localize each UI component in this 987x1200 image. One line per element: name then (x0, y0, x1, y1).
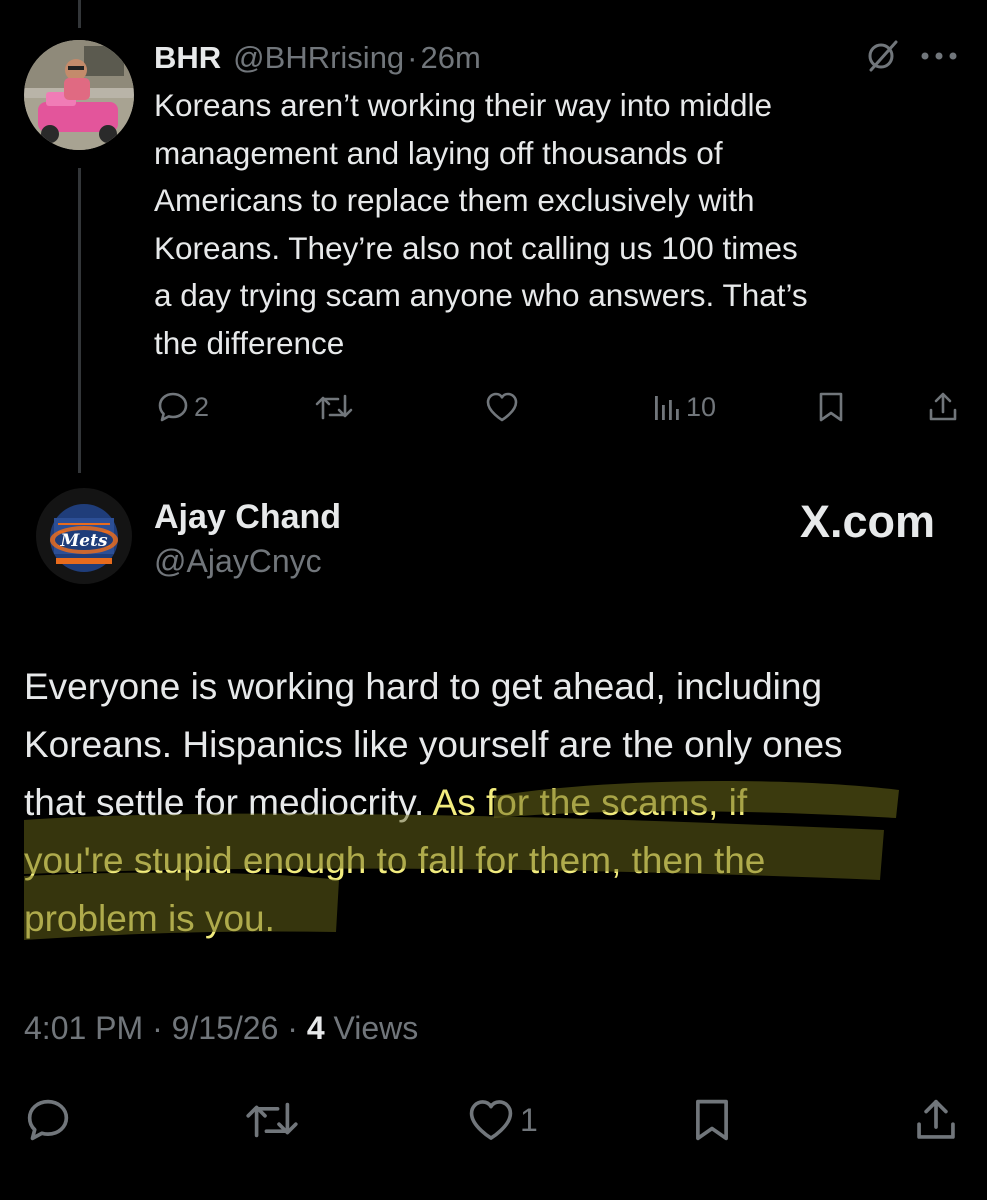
tweet-line: Americans to replace them exclusively wi… (154, 182, 755, 218)
main-tweet-text: Everyone is working hard to get ahead, i… (24, 658, 969, 948)
reply-icon (158, 392, 188, 422)
views-count: 10 (686, 391, 717, 422)
bookmark-icon (696, 1099, 728, 1141)
share-icon (917, 1099, 955, 1139)
parent-action-bar: 2 10 (0, 388, 987, 428)
tweet-line: Koreans. Hispanics like yourself are the… (24, 716, 969, 774)
views-icon (655, 396, 679, 420)
line-text: Koreans. Hispanics like yourself are the… (24, 724, 843, 765)
separator-dot: · (152, 1010, 163, 1046)
tweet-meta: 4:01 PM · 9/15/26 · 4 Views (24, 1010, 418, 1047)
author-name[interactable]: BHR (154, 40, 221, 76)
repost-button[interactable] (244, 1096, 300, 1144)
tweet-time[interactable]: 26m (421, 40, 481, 76)
bookmark-button[interactable] (690, 1096, 734, 1144)
main-avatar[interactable]: Mets (36, 488, 132, 584)
views-count: 4 (306, 1010, 325, 1046)
avatar-child-pink-jeep-icon (24, 40, 134, 150)
parent-header: BHR @BHRrising · 26m (154, 38, 481, 78)
share-button[interactable] (926, 390, 960, 424)
parent-tweet-text: Koreans aren’t working their way into mi… (154, 82, 954, 367)
repost-button[interactable] (314, 390, 354, 424)
share-button[interactable] (912, 1096, 960, 1144)
like-icon (469, 1100, 513, 1140)
author-name[interactable]: Ajay Chand (154, 498, 341, 537)
tweet-line: Everyone is working hard to get ahead, i… (24, 658, 969, 716)
reply-button[interactable] (24, 1096, 72, 1144)
parent-avatar[interactable] (24, 40, 134, 150)
tweet-line: you're stupid enough to fall for them, t… (24, 832, 969, 890)
reply-icon (27, 1099, 69, 1141)
views-label[interactable]: Views (334, 1010, 419, 1046)
views-button[interactable]: 10 (652, 390, 716, 424)
separator-dot: · (407, 40, 418, 75)
author-handle[interactable]: @AjayCnyc (154, 543, 322, 580)
tweet-line: that settle for mediocrity. As for the s… (24, 774, 969, 832)
tweet-date[interactable]: 9/15/26 (172, 1010, 279, 1046)
brand-watermark: X.com (799, 496, 935, 547)
svg-text:Mets: Mets (59, 531, 107, 551)
bookmark-icon (819, 392, 843, 422)
author-handle[interactable]: @BHRrising (233, 40, 404, 76)
highlighted-text: problem is you. (24, 898, 275, 939)
main-action-bar: 1 (0, 1092, 987, 1148)
more-icon[interactable] (919, 49, 959, 67)
line-text: that settle for mediocrity. (24, 782, 433, 823)
highlighted-text: you're stupid enough to fall for them, t… (24, 840, 766, 881)
like-button[interactable]: 1 (466, 1096, 538, 1144)
tweet-line: problem is you. (24, 890, 969, 948)
tweet-line: a day trying scam anyone who answers. Th… (154, 277, 808, 313)
repost-icon (315, 394, 353, 420)
parent-header-icons (865, 38, 959, 78)
repost-icon (246, 1102, 298, 1138)
like-count: 1 (520, 1101, 538, 1138)
tweet-line: Koreans aren’t working their way into mi… (154, 87, 773, 123)
grok-slash-icon[interactable] (865, 38, 901, 79)
tweet-line: Koreans. They’re also not calling us 100… (154, 229, 798, 266)
line-text: Everyone is working hard to get ahead, i… (24, 666, 823, 707)
avatar-mets-logo-icon: Mets (36, 488, 132, 584)
highlighted-text: As for the scams, if (432, 782, 748, 823)
like-icon (486, 392, 518, 422)
like-button[interactable] (484, 390, 520, 424)
tweet-time[interactable]: 4:01 PM (24, 1010, 143, 1046)
tweet-line: the difference (154, 324, 345, 361)
reply-button[interactable]: 2 (156, 390, 209, 424)
bookmark-button[interactable] (816, 390, 846, 424)
separator-dot: · (287, 1010, 298, 1046)
tweet-line: management and laying off thousands of (154, 134, 723, 171)
share-icon (929, 392, 957, 421)
reply-count: 2 (194, 391, 210, 422)
thread-line-top (78, 0, 81, 28)
